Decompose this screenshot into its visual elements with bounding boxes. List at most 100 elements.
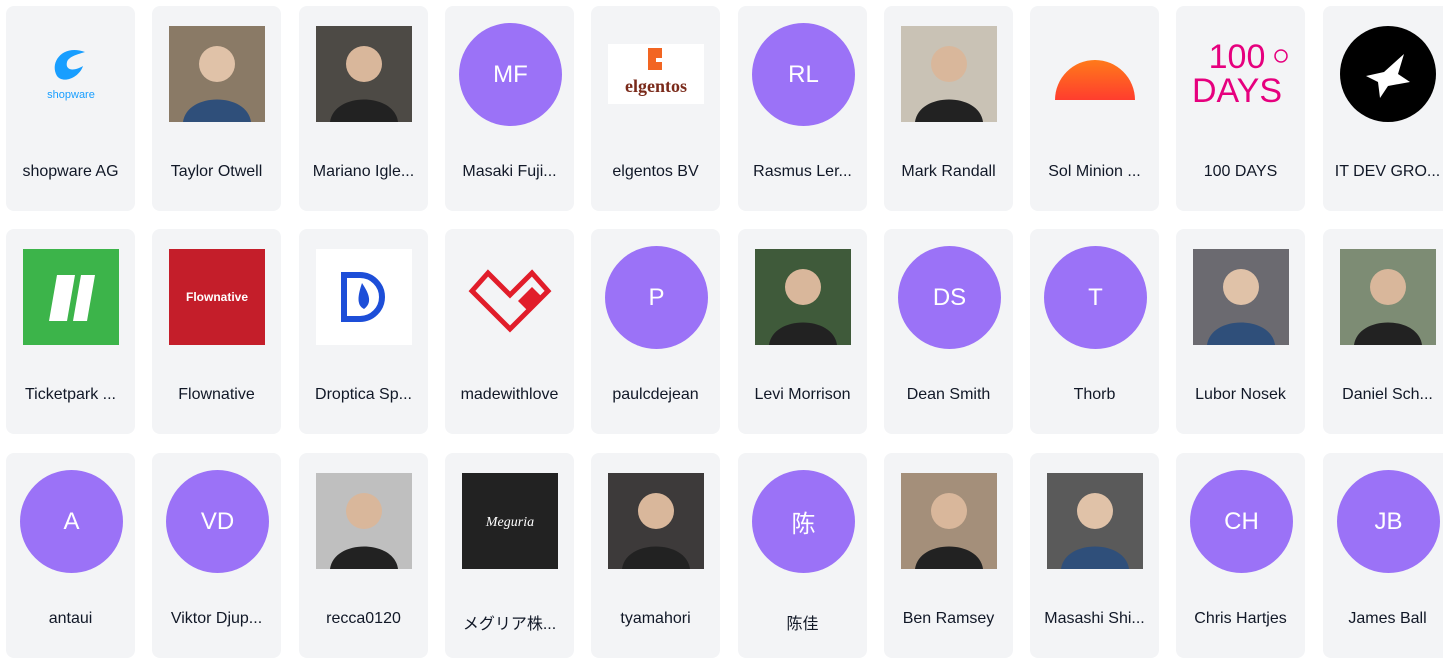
sponsor-card[interactable]: VD Viktor Djup... [152,453,281,658]
avatar-initials: VD [200,507,235,535]
sponsor-card[interactable]: Taylor Otwell [152,6,281,211]
ticketpark-logo-icon [23,249,119,345]
sponsor-name: Mariano Igle... [312,163,415,180]
sponsor-card[interactable]: Droptica Sp... [299,229,428,434]
photo-avatar-icon [1340,249,1436,345]
sponsor-card[interactable]: Flownative Flownative [152,229,281,434]
sponsor-name: James Ball [1348,610,1427,627]
sponsor-name: Viktor Djup... [170,610,263,627]
sponsor-card[interactable]: 100 DAYS 100 DAYS [1176,6,1305,211]
sponsor-card[interactable]: Sol Minion ... [1030,6,1159,211]
sponsor-card[interactable]: madewithlove [445,229,574,434]
sponsor-card[interactable]: CH Chris Hartjes [1176,453,1305,658]
photo-avatar-icon [755,249,851,345]
sponsor-card[interactable]: Meguria メグリア株... [445,453,574,658]
sponsor-name: Ben Ramsey [902,610,995,627]
sponsor-card[interactable]: MF Masaki Fuji... [445,6,574,211]
flownative-logo-icon: Flownative [169,249,265,345]
sponsor-name: antaui [48,610,93,627]
sponsor-name: Masaki Fuji... [462,163,557,180]
sponsor-name: Thorb [1073,386,1116,403]
sponsor-card[interactable]: Lubor Nosek [1176,229,1305,434]
sponsor-card[interactable]: Ben Ramsey [884,453,1013,658]
avatar-initials: P [648,283,665,311]
sponsor-card[interactable]: Levi Morrison [738,229,867,434]
svg-text:elgentos: elgentos [625,76,687,96]
sponsor-name: Taylor Otwell [170,163,263,180]
100-days-logo-icon: 100 DAYS [1193,26,1289,122]
sponsor-name: Flownative [178,386,255,403]
sponsor-name: Daniel Sch... [1342,386,1433,403]
sponsor-card[interactable]: Ticketpark ... [6,229,135,434]
sponsor-name: shopware AG [22,163,119,180]
svg-text:DAYS: DAYS [1193,72,1282,110]
photo-avatar-icon [316,26,412,122]
svg-text:Meguria: Meguria [485,515,534,530]
sponsor-name: tyamahori [620,610,691,627]
sponsor-name: 100 DAYS [1203,163,1278,180]
sponsor-card[interactable]: Mariano Igle... [299,6,428,211]
sponsor-name: Masashi Shi... [1044,610,1145,627]
cartoon-avatar-icon [316,473,412,569]
svg-text:100: 100 [1209,38,1266,76]
shopware-logo-icon: shopware [23,26,119,122]
photo-avatar-icon [169,26,265,122]
heart-logo-icon [462,249,558,345]
avatar-initials: T [1088,283,1103,311]
photo-avatar-icon [608,473,704,569]
sponsor-name: madewithlove [460,386,559,403]
initials-avatar: T [1044,246,1147,349]
sponsor-name: Chris Hartjes [1194,610,1287,627]
avatar-initials: JB [1374,507,1403,535]
initials-avatar: A [20,470,123,573]
sponsor-name: Dean Smith [906,386,991,403]
avatar-initials: 陈 [791,511,816,538]
sunrise-logo-icon [1047,26,1143,122]
avatar-initials: RL [788,60,819,88]
photo-avatar-icon [1193,249,1289,345]
sponsor-name: Sol Minion ... [1048,163,1141,180]
sponsor-card[interactable]: elgentos elgentos BV [591,6,720,211]
initials-avatar: MF [459,23,562,126]
sponsor-card[interactable]: DS Dean Smith [884,229,1013,434]
initials-avatar: P [605,246,708,349]
sponsor-card[interactable]: Mark Randall [884,6,1013,211]
initials-avatar: CH [1190,470,1293,573]
sponsor-card[interactable]: tyamahori [591,453,720,658]
sponsor-name: IT DEV GRO... [1334,163,1441,180]
sponsor-card[interactable]: T Thorb [1030,229,1159,434]
sponsor-card[interactable]: 陈陈佳 [738,453,867,658]
sponsor-card[interactable]: JB James Ball [1323,453,1443,658]
sponsor-name: Rasmus Ler... [753,163,852,180]
sponsor-name: Lubor Nosek [1195,386,1286,403]
initials-avatar: VD [166,470,269,573]
sponsor-card[interactable]: RL Rasmus Ler... [738,6,867,211]
sponsor-card[interactable]: Ppaulcdejean [591,229,720,434]
sponsor-card[interactable]: recca0120 [299,453,428,658]
droptica-logo-icon [316,249,412,345]
sponsor-name: Ticketpark ... [25,386,116,403]
sponsor-card[interactable]: Daniel Sch... [1323,229,1443,434]
avatar-initials: A [63,507,80,535]
sponsor-name: 陈佳 [786,616,819,633]
sponsor-name: elgentos BV [612,163,699,180]
avatar-initials: MF [493,60,528,88]
svg-text:shopware: shopware [47,89,95,101]
sponsor-name: メグリア株... [462,616,557,633]
photo-avatar-icon [901,473,997,569]
sponsor-card[interactable]: IT DEV GRO... [1323,6,1443,211]
meguria-logo-icon: Meguria [462,473,558,569]
sponsor-name: recca0120 [326,610,401,627]
sponsor-name: Droptica Sp... [315,386,412,403]
svg-text:Flownative: Flownative [186,290,248,304]
photo-avatar-icon [1047,473,1143,569]
initials-avatar: 陈 [752,470,855,573]
avatar-initials: CH [1224,507,1259,535]
sponsor-card[interactable]: Aantaui [6,453,135,658]
sponsor-card[interactable]: shopware shopware AG [6,6,135,211]
sponsor-card[interactable]: Masashi Shi... [1030,453,1159,658]
initials-avatar: DS [898,246,1001,349]
avatar-initials: DS [932,283,967,311]
photo-avatar-icon [901,26,997,122]
initials-avatar: JB [1337,470,1440,573]
